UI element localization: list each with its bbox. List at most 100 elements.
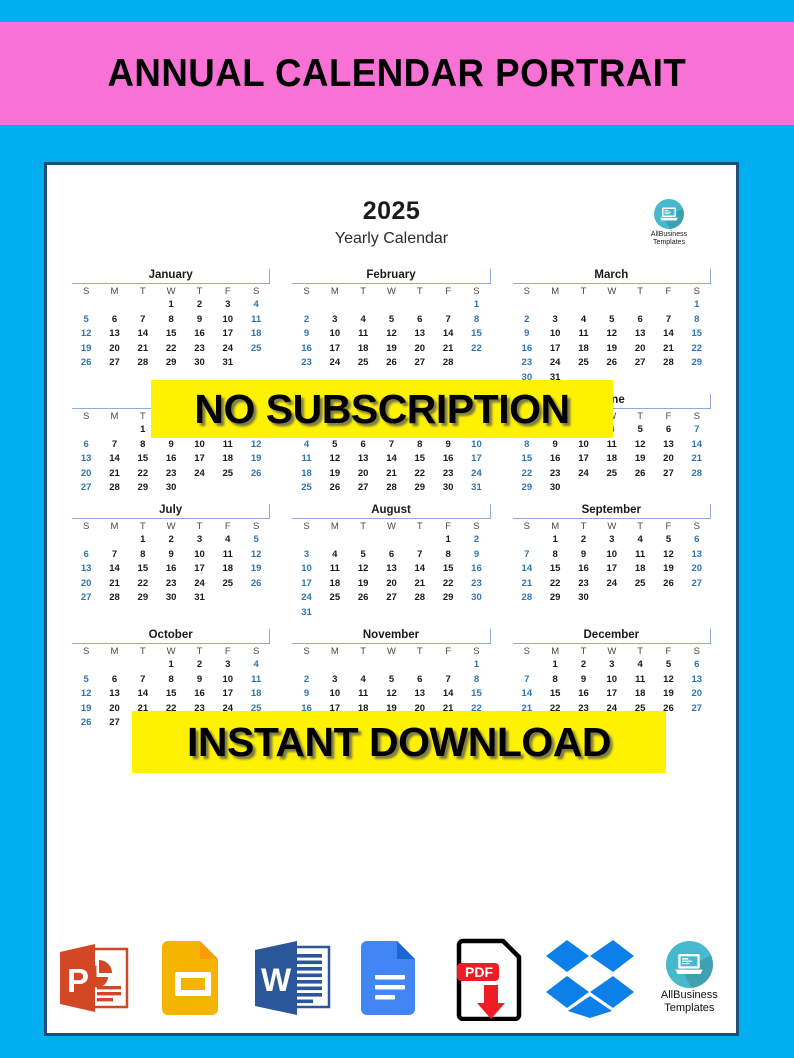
calendar-week-row: 1: [513, 298, 711, 312]
calendar-document-page: 2025 Yearly Calendar AllBusiness Templat…: [44, 162, 739, 1036]
weekday-label: T: [416, 521, 423, 533]
weekday-label: S: [693, 410, 700, 422]
calendar-day: 7: [140, 313, 146, 325]
weekday-label: W: [386, 286, 396, 297]
file-format-word[interactable]: W: [243, 928, 342, 1028]
calendar-day: 25: [634, 577, 646, 589]
calendar-day-empty: [654, 370, 682, 384]
file-format-google-docs[interactable]: [342, 928, 441, 1028]
calendar-day: 18: [606, 453, 618, 465]
calendar-day: 8: [552, 673, 558, 685]
calendar-day: 7: [388, 438, 395, 450]
calendar-day: 12: [663, 548, 674, 560]
calendar-day: 1: [140, 534, 146, 546]
calendar-day: 18: [222, 563, 234, 575]
calendar-week-row: 24 25 26 27 28 29 30: [292, 591, 490, 605]
calendar-day: 22: [549, 577, 561, 589]
calendar-day-empty: [100, 658, 128, 672]
calendar-day: 12: [386, 688, 397, 700]
weekday-label: M: [110, 410, 119, 422]
calendar-day: 11: [222, 548, 233, 560]
dropbox-icon: [546, 940, 635, 1018]
calendar-day: 15: [549, 688, 561, 700]
calendar-day: 20: [357, 467, 369, 479]
calendar-day: 3: [609, 659, 615, 671]
calendar-day: 6: [637, 313, 643, 325]
calendar-day: 21: [109, 467, 120, 479]
calendar-day: 6: [111, 673, 118, 685]
svg-text:PDF: PDF: [465, 964, 493, 980]
calendar-day: 21: [414, 577, 426, 589]
calendar-day: 3: [332, 313, 338, 325]
calendar-day: 30: [471, 592, 482, 604]
calendar-day: 1: [168, 659, 174, 671]
month-name: July: [72, 504, 271, 520]
calendar-day: 27: [357, 481, 369, 493]
calendar-day: 3: [552, 313, 558, 325]
weekday-label: F: [224, 645, 231, 657]
calendar-week-row: 11 12 13 14 15 16 17: [292, 452, 490, 466]
calendar-week-row: 1 2 3 4 5 6: [513, 658, 711, 672]
calendar-day-empty: [626, 481, 654, 495]
weekday-label: S: [303, 645, 310, 657]
calendar-day: 1: [694, 299, 700, 311]
calendar-day: 10: [222, 313, 234, 325]
calendar-day-empty: [569, 298, 597, 312]
calendar-day: 25: [222, 467, 234, 479]
calendar-week-row: 16 17 18 19 20 21 22: [513, 341, 711, 355]
calendar-day: 7: [111, 548, 118, 560]
calendar-day: 18: [301, 467, 312, 479]
calendar-day-empty: [683, 591, 711, 605]
calendar-day: 29: [549, 592, 561, 604]
weekday-label: S: [693, 645, 700, 657]
calendar-day: 26: [329, 481, 341, 493]
calendar-day-empty: [72, 298, 100, 312]
calendar-day: 27: [80, 592, 92, 604]
calendar-day: 15: [137, 563, 149, 575]
calendar-day: 20: [691, 688, 703, 700]
calendar-day: 13: [80, 453, 92, 465]
file-format-google-slides[interactable]: [143, 928, 242, 1028]
weekday-label: W: [607, 645, 617, 657]
calendar-day-empty: [100, 423, 128, 437]
weekday-label: T: [580, 645, 587, 657]
calendar-day: 12: [80, 328, 92, 340]
calendar-day: 1: [473, 299, 480, 311]
calendar-day: 2: [303, 673, 310, 685]
calendar-day: 9: [168, 438, 174, 450]
file-format-pdf-download[interactable]: PDF: [441, 928, 540, 1028]
calendar-day: 21: [521, 577, 533, 589]
weekday-label: T: [360, 521, 367, 533]
calendar-day: 6: [694, 659, 700, 671]
calendar-day: 3: [225, 299, 231, 311]
calendar-week-row: 1: [292, 298, 490, 312]
weekday-label: M: [110, 286, 119, 297]
weekday-label: S: [693, 521, 700, 533]
weekday-label: W: [607, 521, 617, 533]
weekday-label: W: [386, 645, 396, 657]
calendar-day: 16: [549, 453, 561, 465]
calendar-day: 13: [414, 328, 426, 340]
calendar-day: 20: [414, 342, 426, 354]
calendar-day: 7: [140, 673, 146, 685]
calendar-day: 25: [250, 342, 262, 354]
brand-logo-bottom[interactable]: AllBusiness Templates: [640, 928, 739, 1028]
calendar-day: 8: [524, 438, 530, 450]
calendar-day: 24: [471, 467, 482, 479]
file-format-dropbox[interactable]: [540, 928, 639, 1028]
calendar-day-empty: [321, 298, 349, 312]
calendar-day: 9: [196, 673, 203, 685]
calendar-week-row: 15 16 17 18 19 20 21: [513, 452, 711, 466]
month-name: January: [72, 269, 271, 284]
calendar-day-empty: [513, 298, 541, 312]
calendar-day: 17: [194, 563, 205, 575]
calendar-day: 1: [473, 659, 480, 671]
weekday-header-row: SMTWTFS: [513, 285, 711, 298]
file-format-powerpoint[interactable]: P: [44, 928, 143, 1028]
calendar-week-row: 5 6 7 8 9 10 11: [72, 672, 270, 686]
calendar-day-empty: [321, 658, 349, 672]
calendar-day: 4: [303, 438, 310, 450]
calendar-day: 10: [222, 673, 234, 685]
calendar-day: 12: [250, 438, 262, 450]
calendar-day: 15: [137, 453, 149, 465]
